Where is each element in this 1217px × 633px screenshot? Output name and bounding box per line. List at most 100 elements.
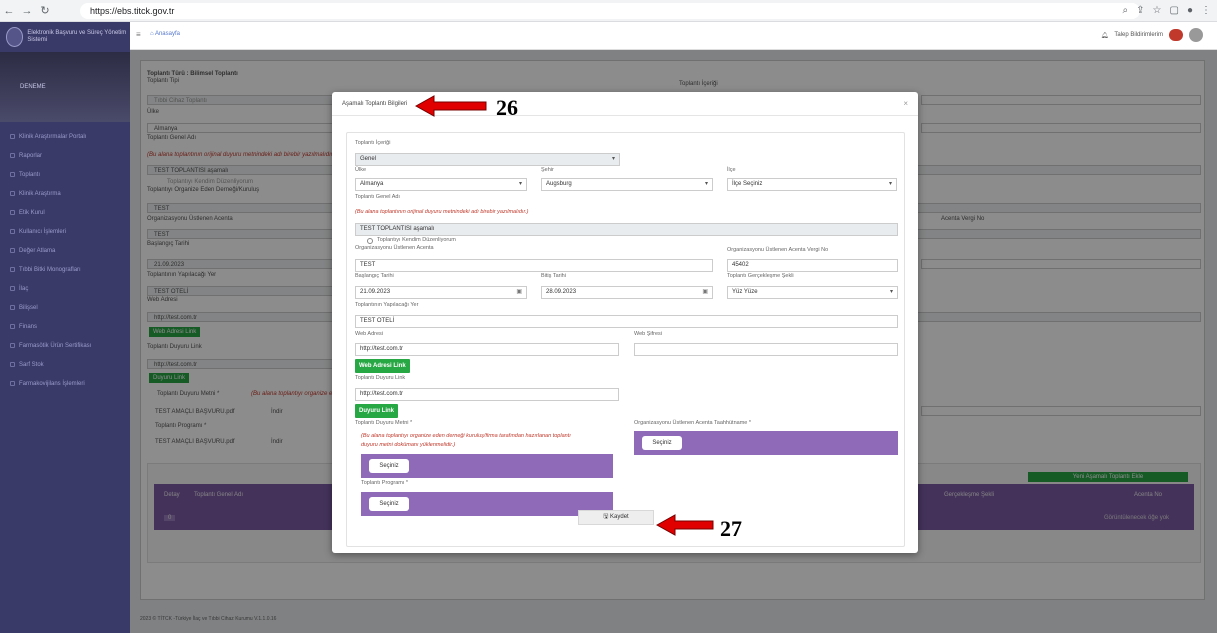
- self-org-label: Toplantıyı Kendim Düzenliyorum: [377, 237, 456, 243]
- window-icon[interactable]: ▢: [1170, 3, 1179, 19]
- save-label: Kaydet: [610, 514, 629, 520]
- sidebar-item-label: Farmakovijilans İşlemleri: [19, 380, 85, 387]
- sidebar-item[interactable]: Kullanıcı İşlemleri: [0, 222, 130, 241]
- commitment-upload: Seçiniz: [634, 431, 898, 455]
- content-select[interactable]: Genel: [355, 153, 620, 166]
- brand-text: Elektronik Başvuru ve Süreç Yönetim Sist…: [27, 30, 127, 43]
- sidebar-item[interactable]: Farmakovijilans İşlemleri: [0, 374, 130, 393]
- realization-select[interactable]: Yüz Yüze: [727, 286, 898, 299]
- announce-link-input[interactable]: http://test.com.tr: [355, 388, 619, 401]
- district-value: İlçe Seçiniz: [732, 181, 763, 187]
- notification-bell-icon[interactable]: 🔔︎: [1101, 32, 1109, 39]
- sidebar-item[interactable]: Klinik Araştırmalar Portalı: [0, 127, 130, 146]
- menu-item-icon: [10, 172, 15, 177]
- content-label: Toplantı İçeriği: [355, 140, 391, 146]
- sidebar-item[interactable]: Klinik Araştırma: [0, 184, 130, 203]
- name-input[interactable]: TEST TOPLANTISI aşamalı: [355, 223, 898, 236]
- commitment-choose-button[interactable]: Seçiniz: [642, 436, 682, 450]
- zoom-icon[interactable]: ⌕: [1123, 3, 1129, 19]
- web-link-button[interactable]: Web Adresi Link: [355, 359, 410, 373]
- sidebar-item[interactable]: Değer Atlama: [0, 241, 130, 260]
- breadcrumb[interactable]: ⌂ Anasayfa: [150, 31, 180, 37]
- sidebar-item[interactable]: Bilişsel: [0, 298, 130, 317]
- menu-icon[interactable]: ⋮: [1201, 3, 1211, 19]
- avatar[interactable]: [1189, 28, 1203, 42]
- back-icon[interactable]: ←: [0, 5, 18, 17]
- end-value: 28.09.2023: [546, 289, 577, 295]
- sidebar-item[interactable]: Raporlar: [0, 146, 130, 165]
- menu-item-icon: [10, 153, 15, 158]
- district-select[interactable]: İlçe Seçiniz: [727, 178, 897, 191]
- sidebar-item-label: Raporlar: [19, 152, 43, 159]
- menu-item-icon: [10, 343, 15, 348]
- sidebar-item[interactable]: Sarf Stok: [0, 355, 130, 374]
- menu-item-icon: [10, 248, 15, 253]
- announce-text-note1: (Bu alana toplantıyı organize eden derne…: [361, 433, 571, 439]
- self-org-radio[interactable]: [367, 238, 373, 244]
- profile-icon[interactable]: ●: [1187, 3, 1193, 19]
- announce-link-button[interactable]: Duyuru Link: [355, 404, 399, 418]
- announce-choose-button[interactable]: Seçiniz: [369, 459, 409, 473]
- notification-badge: [1169, 29, 1183, 41]
- start-date-input[interactable]: 21.09.2023 ▣: [355, 286, 527, 299]
- close-icon[interactable]: ×: [903, 100, 908, 108]
- sidebar-item-label: Toplantı: [19, 171, 41, 178]
- announce-link-value: http://test.com.tr: [360, 391, 404, 397]
- start-value: 21.09.2023: [360, 289, 391, 295]
- sidebar-item[interactable]: Finans: [0, 317, 130, 336]
- sidebar-item[interactable]: Farmasötik Ürün Sertifikası: [0, 336, 130, 355]
- agency-tax-input[interactable]: 45402: [727, 259, 898, 272]
- sidebar-item[interactable]: Etik Kurul: [0, 203, 130, 222]
- menu-item-icon: [10, 267, 15, 272]
- city-value: Augsburg: [546, 181, 572, 187]
- agency-input[interactable]: TEST: [355, 259, 713, 272]
- annotation-arrow-27: [655, 514, 714, 536]
- annotation-arrow-26: [414, 95, 487, 117]
- sidebar-item[interactable]: Toplantı: [0, 165, 130, 184]
- topbar: ≡ ⌂ Anasayfa 🔔︎ Talep Bildirimlerim: [130, 22, 1217, 50]
- name-note: (Bu alana toplantının orijinal duyuru me…: [355, 209, 529, 215]
- web-password-input[interactable]: [634, 343, 898, 356]
- program-choose-button[interactable]: Seçiniz: [369, 497, 409, 511]
- country-select[interactable]: Almanya: [355, 178, 527, 191]
- web-input[interactable]: http://test.com.tr: [355, 343, 619, 356]
- bookmark-icon[interactable]: ☆: [1153, 3, 1162, 19]
- save-button[interactable]: 🖫︎ Kaydet: [578, 510, 654, 525]
- sidebar-item[interactable]: Tıbbi Bitki Monografları: [0, 260, 130, 279]
- forward-icon[interactable]: →: [18, 5, 36, 17]
- hamburger-icon[interactable]: ≡: [136, 30, 141, 39]
- country-value: Almanya: [360, 181, 384, 187]
- announce-text-label: Toplantı Duyuru Metni *: [355, 420, 413, 426]
- agency-tax-value: 45402: [732, 262, 749, 268]
- district-label: İlçe: [727, 167, 736, 173]
- address-bar[interactable]: https://ebs.titck.gov.tr: [80, 3, 1140, 19]
- menu-item-icon: [10, 362, 15, 367]
- venue-value: TEST OTELİ: [360, 318, 395, 324]
- city-select[interactable]: Augsburg: [541, 178, 713, 191]
- calendar-icon[interactable]: ▣: [516, 287, 522, 298]
- commitment-label: Organizasyonu Üstlenen Acenta Taahhütnam…: [634, 420, 752, 426]
- reload-icon[interactable]: ↻: [36, 4, 54, 17]
- notifications-label[interactable]: Talep Bildirimlerim: [1114, 32, 1163, 38]
- announce-link-label: Toplantı Duyuru Link: [355, 375, 406, 381]
- realization-value: Yüz Yüze: [732, 289, 758, 295]
- sidebar-item-label: Klinik Araştırmalar Portalı: [19, 133, 87, 140]
- menu-item-icon: [10, 305, 15, 310]
- realization-label: Toplantı Gerçekleşme Şekli: [727, 273, 794, 279]
- user-name: DENEME: [20, 84, 46, 90]
- sidebar-item[interactable]: İlaç: [0, 279, 130, 298]
- venue-input[interactable]: TEST OTELİ: [355, 315, 898, 328]
- sidebar-item-label: İlaç: [19, 285, 29, 292]
- share-icon[interactable]: ⇪: [1136, 3, 1144, 19]
- brand: Elektronik Başvuru ve Süreç Yönetim Sist…: [0, 22, 130, 52]
- web-label: Web Adresi: [355, 331, 384, 337]
- sidebar-item-label: Tıbbi Bitki Monografları: [19, 266, 81, 273]
- sidebar-item-label: Kullanıcı İşlemleri: [19, 228, 67, 235]
- annotation-number-26: 26: [496, 95, 518, 120]
- end-date-input[interactable]: 28.09.2023 ▣: [541, 286, 713, 299]
- menu-item-icon: [10, 286, 15, 291]
- calendar-icon[interactable]: ▣: [702, 287, 708, 298]
- agency-tax-label: Organizasyonu Üstlenen Acenta Vergi No: [727, 247, 829, 253]
- menu-item-icon: [10, 324, 15, 329]
- logo-seal-icon: [6, 27, 24, 47]
